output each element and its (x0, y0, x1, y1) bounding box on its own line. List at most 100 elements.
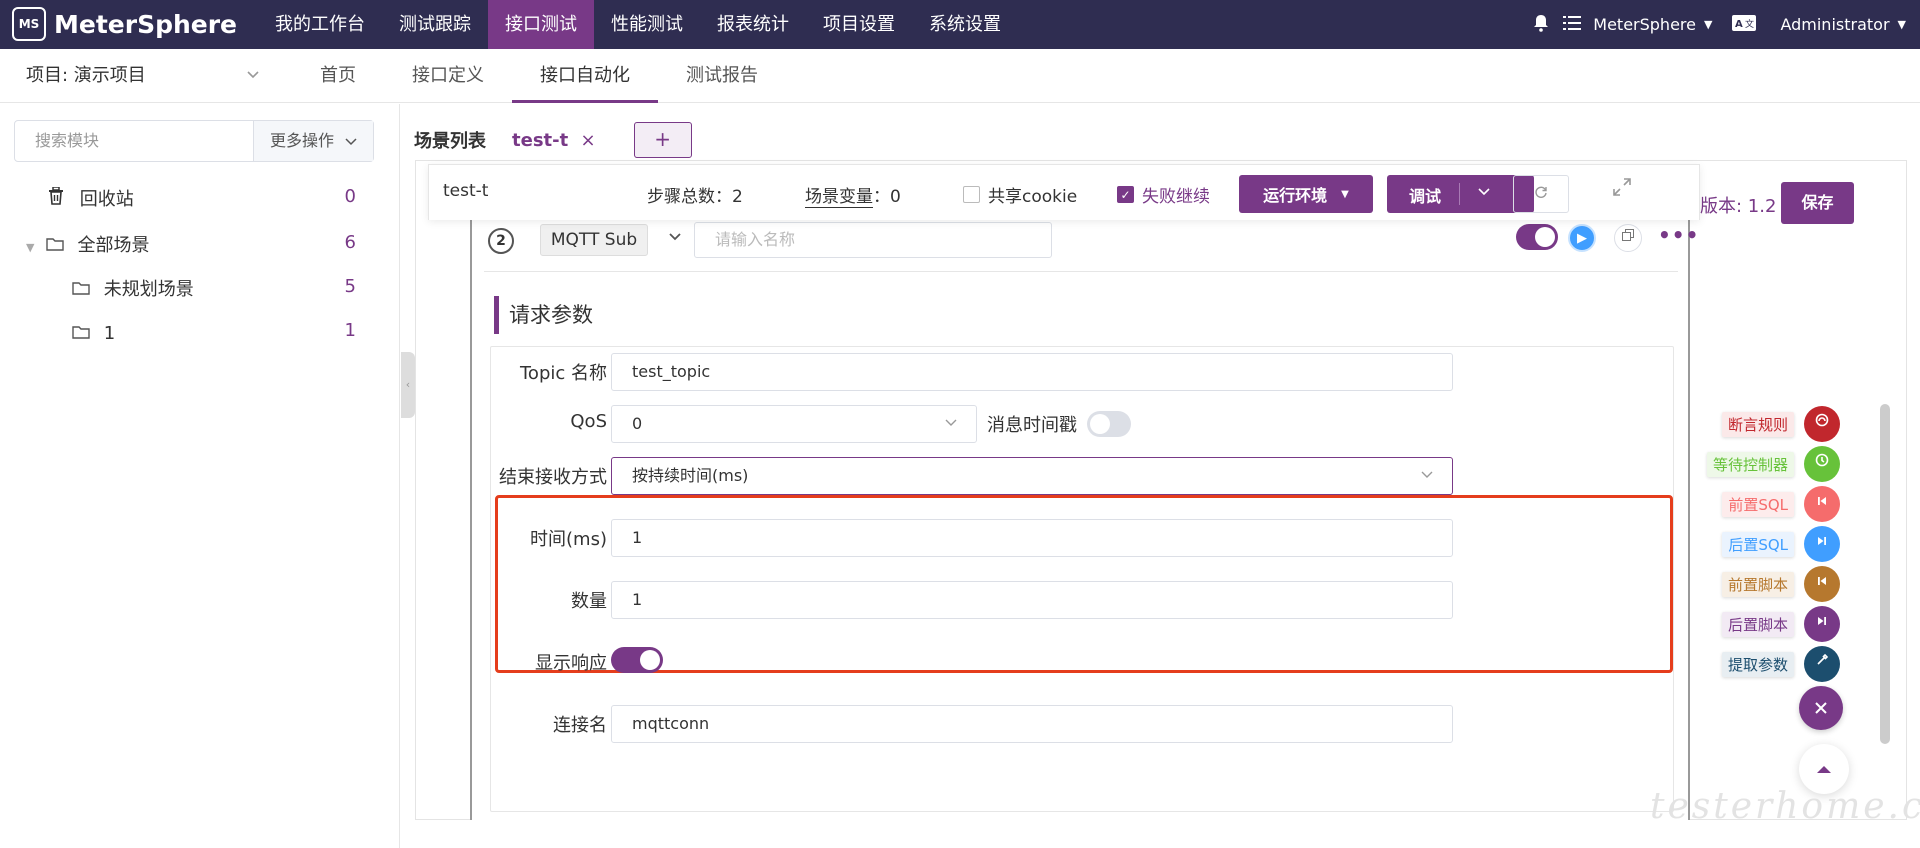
run-environment-button[interactable]: 运行环境 ▼ (1239, 175, 1373, 213)
topic-label: Topic 名称 (520, 363, 607, 384)
refresh-button[interactable] (1513, 175, 1569, 213)
fail-continue-checkbox[interactable]: ✓ 失败继续 (1117, 182, 1210, 207)
topnav-workbench[interactable]: 我的工作台 (258, 0, 382, 49)
scenario-header: test-t 步骤总数：2 场景变量：0 共享cookie ✓ 失败继续 运行环… (428, 164, 1700, 220)
tree-item-unplanned[interactable]: 未规划场景 (72, 276, 194, 304)
fullscreen-icon[interactable] (1612, 177, 1632, 202)
module-search: 搜索模块 更多操作 (14, 120, 374, 162)
action-post-sql[interactable]: 后置SQL (1690, 526, 1850, 562)
post-script-icon[interactable] (1804, 606, 1840, 642)
topnav-project-settings[interactable]: 项目设置 (806, 0, 912, 49)
topic-input[interactable]: test_topic (611, 353, 1453, 391)
language-icon[interactable]: A文 (1732, 14, 1757, 35)
bell-icon[interactable] (1533, 14, 1549, 36)
action-label[interactable]: 后置脚本 (1721, 612, 1794, 637)
topnav-test-track[interactable]: 测试跟踪 (382, 0, 488, 49)
count-input[interactable]: 1 (611, 581, 1453, 619)
step-enable-toggle[interactable] (1516, 224, 1558, 250)
action-assertion[interactable]: 断言规则 (1690, 406, 1850, 442)
save-button[interactable]: 保存 (1781, 182, 1854, 224)
subtab-test-report[interactable]: 测试报告 (658, 49, 786, 103)
scenario-variables[interactable]: 场景变量：0 (805, 182, 901, 208)
user-menu[interactable]: Administrator (1780, 15, 1889, 34)
folder-icon (72, 320, 90, 348)
fail-continue-label: 失败继续 (1142, 187, 1210, 207)
extract-icon[interactable] (1804, 646, 1840, 682)
qos-select[interactable]: 0 (611, 405, 977, 443)
tree-item-recycle-bin[interactable]: 回收站 (48, 186, 134, 214)
close-icon[interactable] (1799, 686, 1843, 730)
project-selector[interactable]: 项目: 演示项目 (26, 49, 266, 103)
post-sql-icon[interactable] (1804, 526, 1840, 562)
more-actions-button[interactable]: 更多操作 (253, 121, 373, 161)
action-post-script[interactable]: 后置脚本 (1690, 606, 1850, 642)
debug-label: 调试 (1409, 187, 1442, 206)
action-label[interactable]: 前置SQL (1722, 492, 1794, 517)
refresh-icon (1534, 185, 1548, 203)
count-label: 数量 (571, 591, 607, 612)
request-params-form: Topic 名称 test_topic QoS 0 消息时间戳 结束接收方式 按… (490, 346, 1674, 812)
share-cookie-checkbox[interactable]: 共享cookie (963, 182, 1077, 207)
caret-down-icon: ▼ (1341, 188, 1349, 200)
assert-icon[interactable] (1804, 406, 1840, 442)
tab-test-t[interactable]: test-t × (502, 130, 606, 163)
workspace-switch[interactable]: MeterSphere (1593, 15, 1696, 34)
checkbox-checked-icon[interactable]: ✓ (1117, 186, 1134, 203)
subtab-api-definition[interactable]: 接口定义 (384, 49, 512, 103)
logo-text: MeterSphere (54, 9, 238, 39)
chevron-down-icon[interactable]: ▼ (1898, 18, 1906, 31)
conn-name-input[interactable]: mqttconn (611, 705, 1453, 743)
end-mode-value: 按持续时间(ms) (632, 466, 749, 485)
action-label[interactable]: 断言规则 (1721, 412, 1794, 437)
action-label[interactable]: 等待控制器 (1706, 452, 1794, 477)
copy-icon[interactable] (1614, 224, 1642, 252)
action-label[interactable]: 前置脚本 (1721, 572, 1794, 597)
action-extract-params[interactable]: 提取参数 (1690, 646, 1850, 682)
tree-item-folder-1[interactable]: 1 (72, 320, 115, 348)
debug-button[interactable]: 调试 (1387, 175, 1534, 213)
top-menu: 我的工作台 测试跟踪 接口测试 性能测试 报表统计 项目设置 系统设置 (258, 0, 1018, 49)
action-label[interactable]: 后置SQL (1722, 532, 1794, 557)
caret-down-icon[interactable]: ▼ (26, 234, 40, 262)
close-icon[interactable]: × (581, 130, 596, 151)
pre-script-icon[interactable] (1804, 566, 1840, 602)
sub-tabs: 首页 接口定义 接口自动化 测试报告 (292, 49, 786, 103)
tab-scenario-list[interactable]: 场景列表 (414, 127, 486, 153)
folder-icon (46, 232, 64, 260)
checkbox-icon[interactable] (963, 186, 980, 203)
end-mode-select[interactable]: 按持续时间(ms) (611, 457, 1453, 495)
topnav-reports[interactable]: 报表统计 (700, 0, 806, 49)
chevron-down-icon[interactable] (1477, 182, 1491, 201)
msg-timestamp-toggle[interactable] (1087, 411, 1131, 437)
action-label[interactable]: 提取参数 (1721, 652, 1794, 677)
chevron-down-icon (944, 406, 958, 442)
topnav-system-settings[interactable]: 系统设置 (912, 0, 1018, 49)
add-tab-button[interactable]: + (633, 122, 692, 158)
scrollbar[interactable] (1880, 404, 1890, 744)
module-search-input[interactable]: 搜索模块 (15, 121, 253, 161)
more-options-icon[interactable]: ••• (1658, 222, 1698, 250)
pre-sql-icon[interactable] (1804, 486, 1840, 522)
subtab-api-automation[interactable]: 接口自动化 (512, 49, 658, 103)
scenario-variables-label[interactable]: 场景变量 (805, 187, 873, 208)
scenario-variables-sep: ： (873, 187, 890, 207)
subtab-home[interactable]: 首页 (292, 49, 384, 103)
sub-navbar: 项目: 演示项目 首页 接口定义 接口自动化 测试报告 (0, 49, 1920, 103)
time-input[interactable]: 1 (611, 519, 1453, 557)
show-response-toggle[interactable] (611, 647, 663, 673)
action-pre-sql[interactable]: 前置SQL (1690, 486, 1850, 522)
play-icon[interactable]: ▶ (1568, 224, 1596, 252)
chevron-down-icon[interactable]: ▼ (1704, 18, 1712, 31)
chevron-down-icon[interactable] (668, 228, 682, 246)
topnav-api-test[interactable]: 接口测试 (488, 0, 594, 49)
step-name-input[interactable]: 请输入名称 (694, 222, 1052, 258)
tree-item-label: 全部场景 (77, 235, 150, 256)
action-wait-controller[interactable]: 等待控制器 (1690, 446, 1850, 482)
logo[interactable]: MS MeterSphere (12, 6, 237, 42)
tree-item-all-scenarios[interactable]: ▼ 全部场景 (26, 232, 149, 260)
clock-icon[interactable] (1804, 446, 1840, 482)
action-pre-script[interactable]: 前置脚本 (1690, 566, 1850, 602)
collapse-panel-handle[interactable]: ‹ (401, 352, 415, 418)
topnav-performance[interactable]: 性能测试 (594, 0, 700, 49)
task-list-icon[interactable] (1563, 15, 1582, 35)
